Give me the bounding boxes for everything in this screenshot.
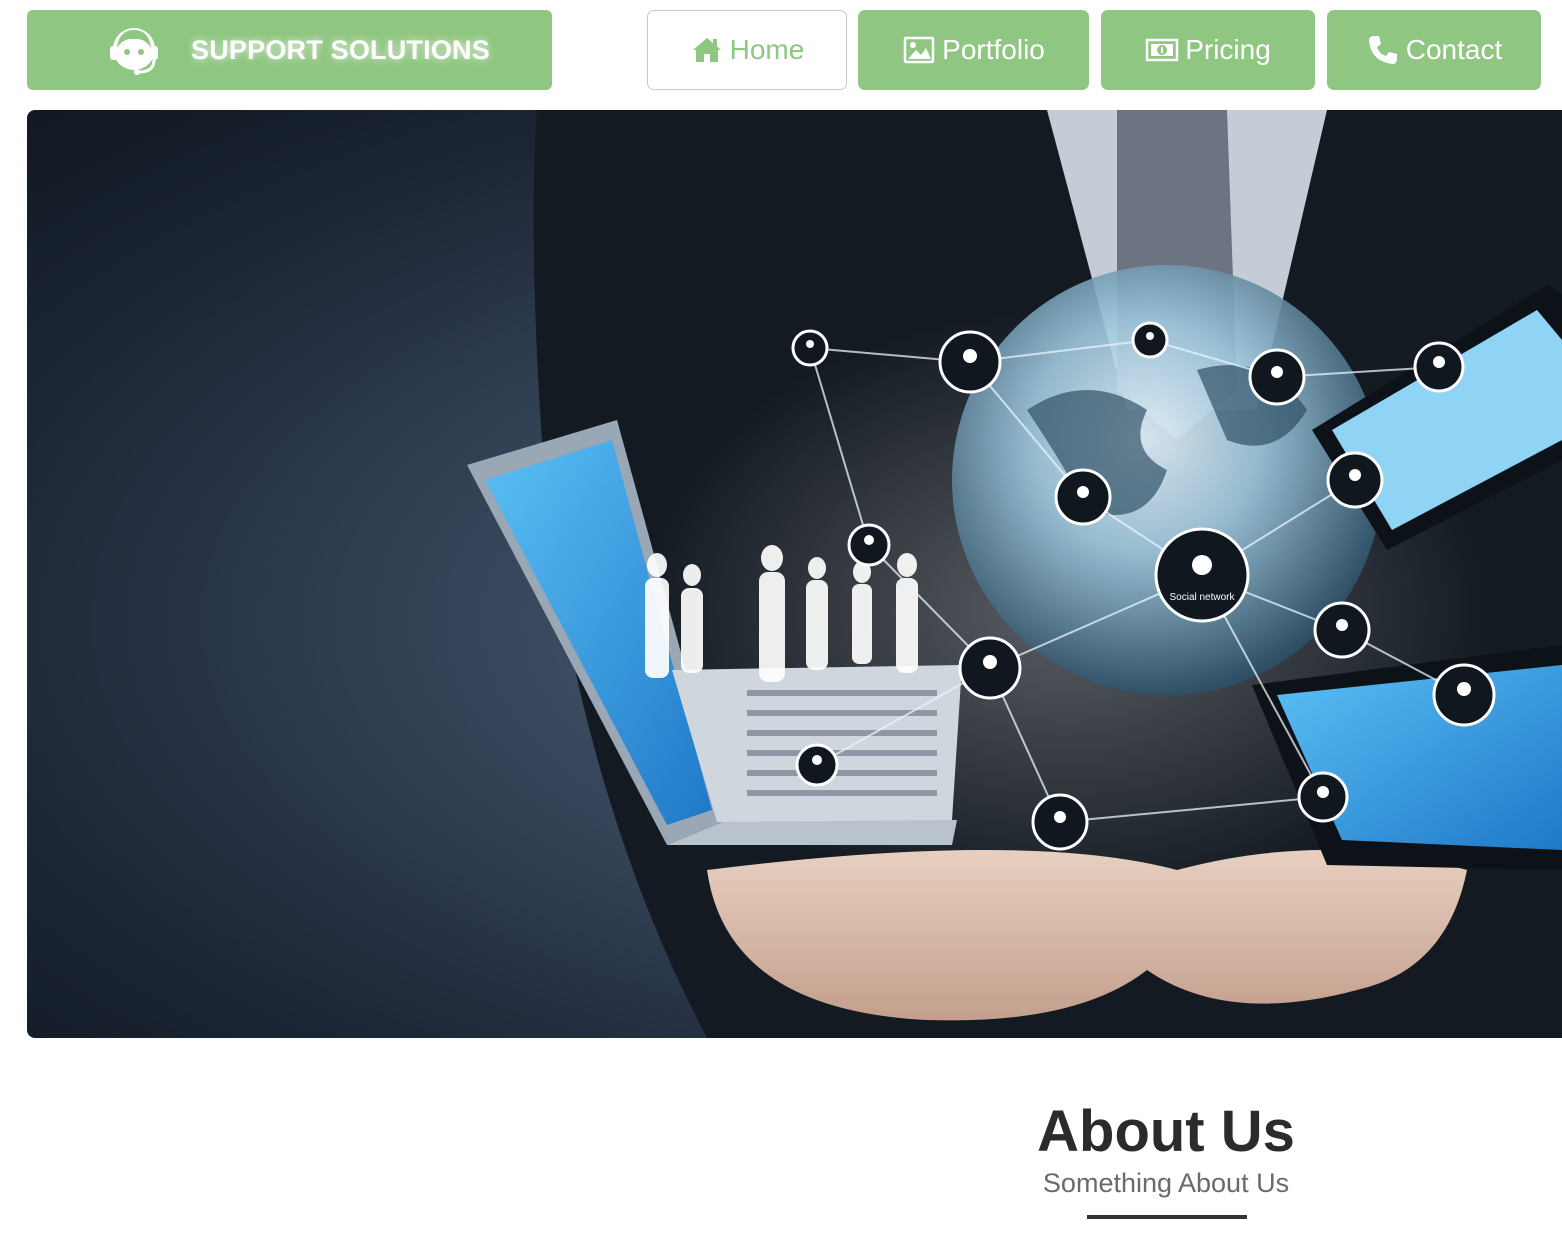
nav-portfolio-label: Portfolio [942, 34, 1045, 65]
about-title: About Us [1037, 1099, 1295, 1164]
nav-contact-button[interactable]: Contact [1327, 10, 1541, 90]
hero-image: Social network [27, 110, 1562, 1038]
nav-home-button[interactable]: Home [647, 10, 847, 90]
hero-illustration: Social network [467, 110, 1562, 1038]
about-divider [1087, 1215, 1247, 1219]
nav-home-label: Home [729, 34, 805, 65]
nav-pricing-label: Pricing [1185, 34, 1271, 65]
home-icon [692, 38, 721, 62]
nav-pricing-button[interactable]: Pricing [1101, 10, 1315, 90]
phone-icon [1368, 36, 1397, 64]
brand-banner[interactable]: SUPPORT SOLUTIONS [27, 10, 552, 90]
about-subtitle: Something About Us [1042, 1168, 1290, 1198]
hero-social-network-label: Social network [1169, 592, 1235, 603]
nav-portfolio-button[interactable]: Portfolio [858, 10, 1089, 90]
page: SUPPORT SOLUTIONS Home Portfolio Pricing… [0, 0, 1562, 1260]
money-icon [1145, 38, 1179, 62]
brand-title: SUPPORT SOLUTIONS [191, 35, 490, 65]
nav-contact-label: Contact [1405, 34, 1503, 65]
image-icon [903, 36, 935, 64]
support-agent-icon [110, 28, 158, 75]
